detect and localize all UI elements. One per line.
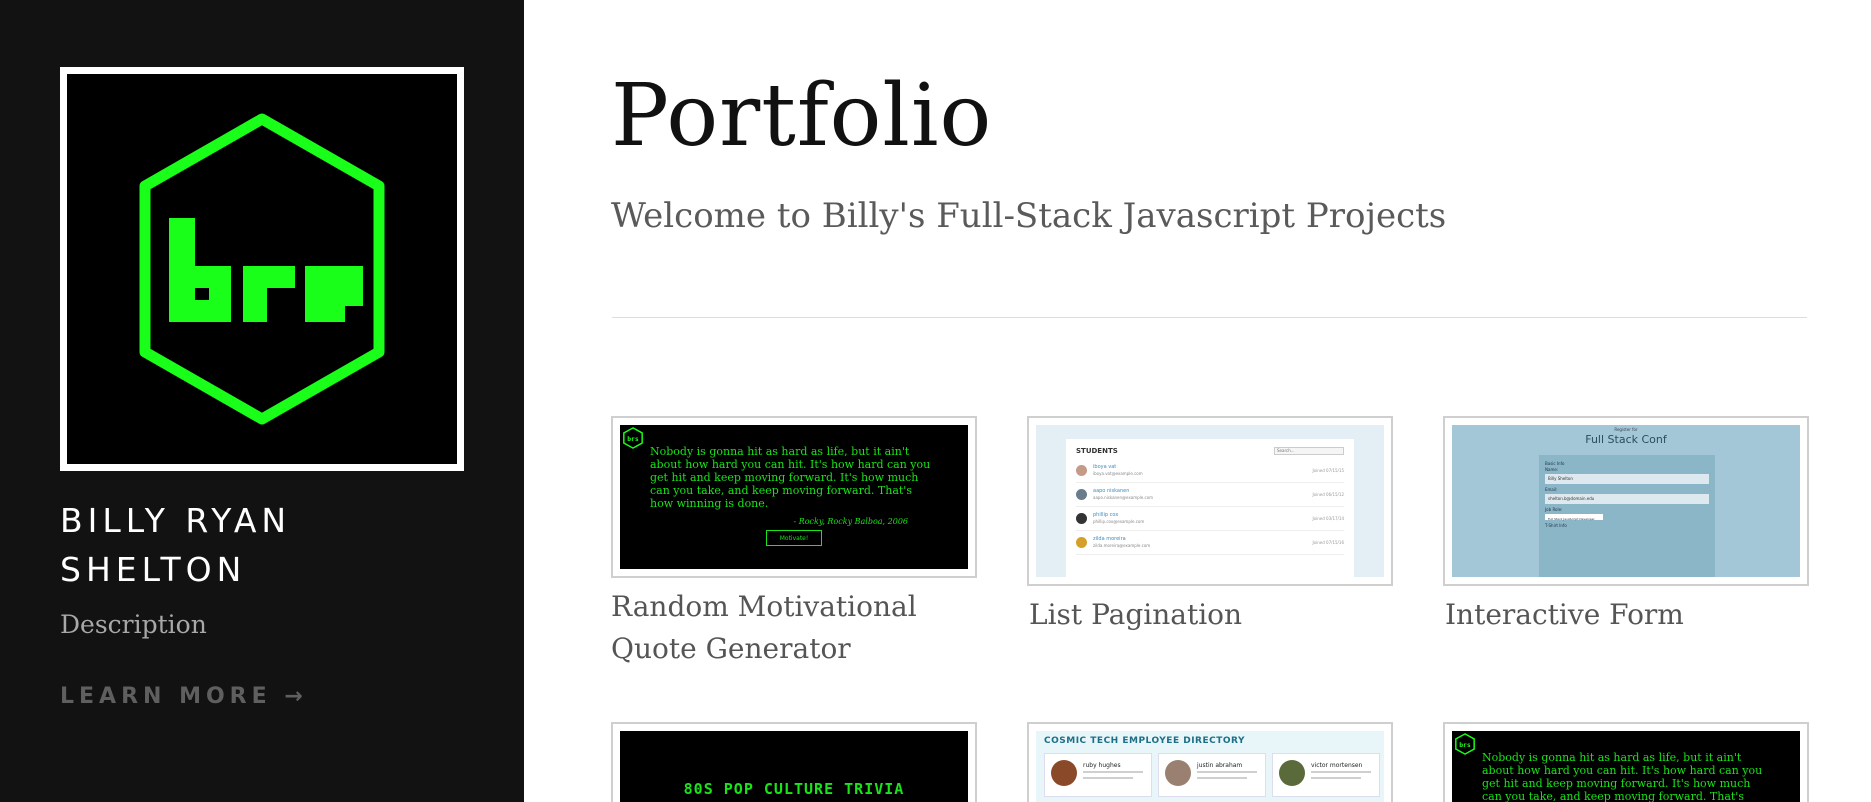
project-card-pop-culture-trivia[interactable]: 80S POP CULTURE TRIVIA	[611, 722, 977, 802]
sidebar: BILLY RYAN SHELTON Description LEARN MOR…	[0, 0, 524, 802]
email-label: Email:	[1545, 487, 1558, 492]
motivate-button: Motivate!	[766, 530, 822, 546]
tshirt-label: T-Shirt Info	[1545, 523, 1567, 528]
page-title: Portfolio	[611, 66, 993, 166]
employee-card: ruby hughes	[1044, 753, 1152, 797]
project-thumbnail[interactable]: Register for Full Stack Conf Basic Info …	[1443, 416, 1809, 586]
employee-card: victor mortensen	[1272, 753, 1380, 797]
student-search-input: Search...	[1274, 447, 1344, 455]
avatar	[1165, 760, 1191, 786]
project-thumbnail[interactable]: COSMIC TECH EMPLOYEE DIRECTORY ruby hugh…	[1027, 722, 1393, 802]
student-name: zilda moreira	[1093, 536, 1126, 542]
avatar	[1076, 489, 1087, 500]
email-field: shelton.b@domain.edu	[1545, 494, 1709, 504]
name-field: Billy Shelton	[1545, 474, 1709, 484]
divider	[612, 317, 1807, 318]
registration-form: Basic Info Name: Billy Shelton Email: sh…	[1539, 455, 1715, 577]
avatar	[1076, 513, 1087, 524]
student-joined: Joined 03/17/14	[1312, 516, 1344, 521]
project-thumbnail[interactable]: brs Nobody is gonna hit as hard as life,…	[1443, 722, 1809, 802]
sidebar-description: Description	[60, 610, 207, 639]
avatar	[1279, 760, 1305, 786]
project-card-interactive-form[interactable]: Register for Full Stack Conf Basic Info …	[1443, 416, 1809, 636]
quote-source: - Rocky, Rocky Balboa, 2006	[793, 517, 908, 526]
job-select: Full Stack JavaScript Developer	[1545, 514, 1603, 521]
employee-name: justin abraham	[1197, 762, 1243, 769]
project-thumbnail[interactable]: STUDENTS Search... iboya vat iboya.vat@ex…	[1027, 416, 1393, 586]
student-joined: Joined 07/15/15	[1312, 468, 1344, 473]
students-heading: STUDENTS	[1076, 447, 1118, 455]
trivia-title: 80S POP CULTURE TRIVIA	[683, 780, 905, 798]
name-label: Name:	[1545, 467, 1559, 472]
employee-name: victor mortensen	[1311, 762, 1363, 769]
main-content: Portfolio Welcome to Billy's Full-Stack …	[524, 0, 1871, 802]
quote-text: Nobody is gonna hit as hard as life, but…	[1482, 751, 1763, 802]
brs-mini-logo-icon: brs	[623, 427, 643, 449]
project-caption[interactable]: List Pagination	[1029, 594, 1393, 636]
student-row: zilda moreira zilda.moreira@example.com J…	[1076, 531, 1344, 555]
student-joined: Joined 06/15/12	[1312, 492, 1344, 497]
student-row: aapo niskanen aapo.niskanen@example.com J…	[1076, 483, 1344, 507]
project-card-employee-directory[interactable]: COSMIC TECH EMPLOYEE DIRECTORY ruby hugh…	[1027, 722, 1393, 802]
student-row: phillip cox phillip.cox@example.com Joine…	[1076, 507, 1344, 531]
hexagon-logo-icon	[139, 113, 385, 425]
employee-name: ruby hughes	[1083, 762, 1121, 769]
project-caption[interactable]: Interactive Form	[1445, 594, 1809, 636]
brs-mini-logo-icon: brs	[1455, 733, 1475, 755]
project-card-quote-generator[interactable]: brs Nobody is gonna hit as hard as life,…	[611, 416, 977, 670]
student-email: aapo.niskanen@example.com	[1093, 495, 1154, 500]
student-name: aapo niskanen	[1093, 488, 1130, 494]
job-label: Job Role:	[1545, 507, 1563, 512]
owner-name: BILLY RYAN SHELTON	[60, 501, 292, 589]
brs-logo	[60, 67, 464, 471]
project-caption[interactable]: Random Motivational Quote Generator	[611, 586, 977, 670]
student-email: phillip.cox@example.com	[1093, 519, 1145, 524]
directory-title: COSMIC TECH EMPLOYEE DIRECTORY	[1044, 736, 1245, 746]
project-thumbnail[interactable]: 80S POP CULTURE TRIVIA	[611, 722, 977, 802]
learn-more-link[interactable]: LEARN MORE →	[60, 684, 308, 709]
student-name: phillip cox	[1093, 512, 1119, 518]
avatar	[1076, 537, 1087, 548]
conference-title: Full Stack Conf	[1585, 433, 1667, 446]
employee-card: justin abraham	[1158, 753, 1266, 797]
student-row: iboya vat iboya.vat@example.com Joined 07…	[1076, 459, 1344, 483]
project-card-list-pagination[interactable]: STUDENTS Search... iboya vat iboya.vat@ex…	[1027, 416, 1393, 636]
register-label: Register for	[1614, 427, 1638, 432]
project-card-quote-generator-2[interactable]: brs Nobody is gonna hit as hard as life,…	[1443, 722, 1809, 802]
quote-text: Nobody is gonna hit as hard as life, but…	[650, 445, 931, 510]
project-thumbnail[interactable]: brs Nobody is gonna hit as hard as life,…	[611, 416, 977, 578]
student-name: iboya vat	[1093, 464, 1117, 470]
svg-text:brs: brs	[1459, 741, 1471, 749]
avatar	[1051, 760, 1077, 786]
avatar	[1076, 465, 1087, 476]
student-email: zilda.moreira@example.com	[1093, 543, 1151, 548]
student-joined: Joined 07/15/16	[1312, 540, 1344, 545]
student-email: iboya.vat@example.com	[1093, 471, 1143, 476]
svg-text:brs: brs	[627, 435, 639, 443]
page-subtitle: Welcome to Billy's Full-Stack Javascript…	[611, 196, 1447, 236]
